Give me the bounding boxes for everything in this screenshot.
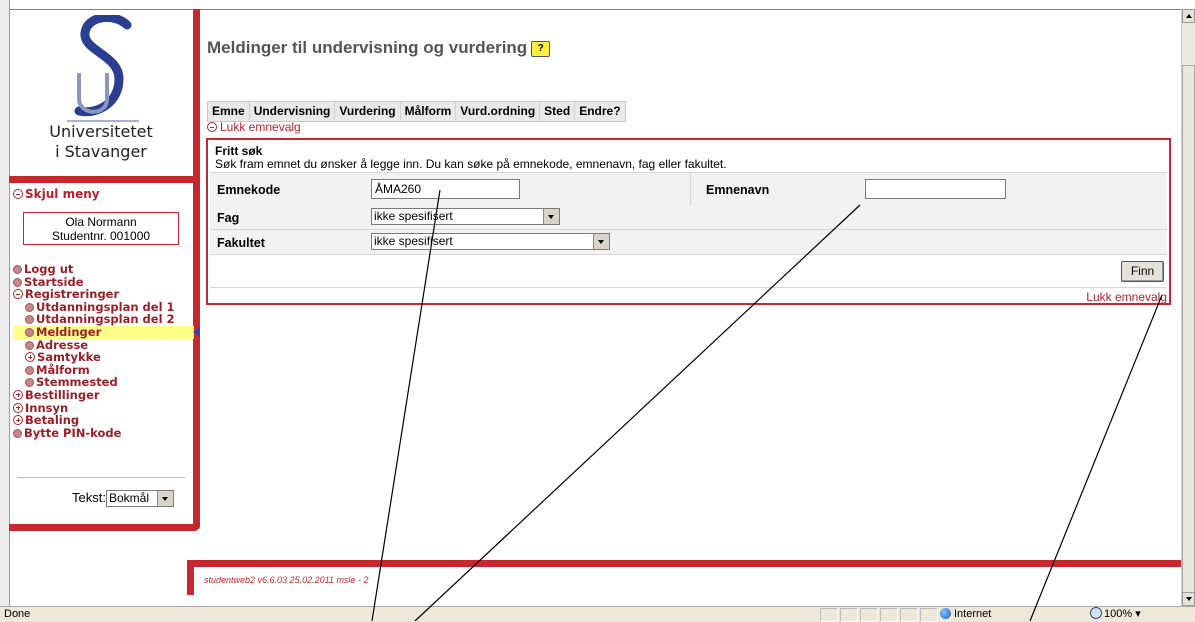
search-heading: Fritt søk: [215, 144, 263, 158]
sidebar-divider: [17, 477, 185, 478]
bullet-icon: [13, 428, 22, 438]
minus-circle-icon: [207, 122, 217, 132]
footer-border: [187, 560, 1182, 567]
sidebar-bottom-border: [9, 524, 200, 531]
security-zone: Internet: [940, 607, 991, 621]
sidebar-separator: [9, 176, 193, 183]
zoom-level: 100%: [1104, 608, 1133, 620]
emnekode-input[interactable]: ÅMA260: [371, 179, 520, 199]
row-actions: Finn: [210, 255, 1167, 288]
nav-bytte-pin[interactable]: Bytte PIN-kode: [13, 425, 194, 440]
university-line-2: i Stavanger: [55, 142, 147, 161]
sidebar: Universitetet i Stavanger Skjul meny Ola…: [9, 9, 200, 531]
vertical-scrollbar[interactable]: [1181, 9, 1195, 606]
free-search-panel: Fritt søk Søk fram emnet du ønsker å leg…: [206, 138, 1171, 305]
status-cell: [920, 608, 938, 622]
row-fag: Fag ikke spesifisert: [210, 205, 1167, 230]
row-fakultet: Fakultet ikke spesifisert: [210, 230, 1167, 255]
text-language-label: Tekst:: [72, 490, 106, 505]
fag-select[interactable]: ikke spesifisert: [371, 208, 560, 225]
close-course-selection-link-bottom[interactable]: Lukk emnevalg: [1086, 290, 1167, 304]
help-icon[interactable]: ?: [531, 41, 551, 57]
user-name: Ola Normann: [65, 215, 137, 229]
hide-menu-label: Skjul meny: [25, 187, 100, 201]
globe-icon: [940, 608, 951, 619]
minus-circle-icon: [13, 189, 23, 199]
tab-endre[interactable]: Endre?: [575, 102, 624, 121]
minus-circle-icon: [13, 289, 23, 300]
fakultet-value: ikke spesifisert: [374, 234, 453, 248]
zoom-control[interactable]: 100% ▾: [1090, 607, 1141, 621]
uis-logo: [67, 15, 139, 122]
scroll-down-icon[interactable]: [1182, 592, 1195, 606]
version-text: studentweb2 v6.6.03 25.02.2011 msle - 2: [204, 575, 369, 585]
bullet-icon: [13, 265, 22, 274]
text-language-control: Tekst: Bokmål: [72, 490, 174, 508]
zone-label: Internet: [954, 608, 992, 620]
emnenavn-input[interactable]: [865, 179, 1006, 199]
tab-undervisning[interactable]: Undervisning: [250, 102, 336, 121]
fag-value: ikke spesifisert: [374, 209, 453, 223]
chevron-down-icon: [593, 234, 609, 249]
chevron-down-icon: [543, 209, 559, 224]
close-course-selection-label: Lukk emnevalg: [220, 120, 301, 134]
bullet-icon: [25, 365, 34, 375]
fakultet-select[interactable]: ikke spesifisert: [371, 233, 610, 250]
user-info-box: Ola Normann Studentnr. 001000: [23, 212, 179, 245]
status-cell: [840, 608, 858, 622]
tab-vurdering[interactable]: Vurdering: [335, 102, 401, 121]
hide-menu-link[interactable]: Skjul meny: [13, 187, 100, 201]
tab-vurd-ordning[interactable]: Vurd.ordning: [456, 102, 541, 121]
bullet-icon: [25, 315, 34, 325]
bullet-icon: [25, 378, 34, 388]
close-course-selection-link-top[interactable]: Lukk emnevalg: [207, 120, 301, 134]
tab-bar: Emne Undervisning Vurdering Målform Vurd…: [207, 101, 626, 122]
university-line-1: Universitetet: [49, 122, 153, 141]
page-title: Meldinger til undervisning og vurdering?: [207, 38, 551, 58]
bullet-icon: [25, 327, 34, 337]
status-cell: [880, 608, 898, 622]
text-language-value: Bokmål: [108, 491, 149, 506]
emnekode-label: Emnekode: [217, 183, 281, 197]
column-divider: [690, 173, 691, 205]
bullet-icon: [25, 340, 34, 350]
emnenavn-label: Emnenavn: [706, 183, 770, 197]
bullet-icon: [13, 277, 22, 287]
row-emnekode: Emnekode ÅMA260 Emnenavn: [210, 172, 1167, 206]
plus-circle-icon: [25, 352, 35, 363]
tab-malform[interactable]: Målform: [401, 102, 457, 121]
scroll-up-icon[interactable]: [1182, 9, 1195, 23]
text-language-select[interactable]: Bokmål: [105, 490, 174, 508]
tab-emne[interactable]: Emne: [208, 102, 250, 121]
fakultet-label: Fakultet: [217, 236, 265, 250]
find-button[interactable]: Finn: [1121, 261, 1164, 282]
chevron-down-icon: [156, 491, 173, 507]
plus-circle-icon: [13, 415, 23, 426]
bullet-icon: [25, 302, 34, 312]
tab-sted[interactable]: Sted: [540, 102, 576, 121]
status-cell: [900, 608, 918, 622]
browser-status-bar: Done Internet 100% ▾: [0, 606, 1195, 622]
university-name: Universitetet i Stavanger: [9, 122, 193, 162]
scroll-thumb[interactable]: [1182, 65, 1195, 603]
nav-label: Bytte PIN-kode: [24, 425, 122, 440]
sidebar-border: [193, 9, 200, 530]
student-number: Studentnr. 001000: [51, 229, 151, 243]
page-title-text: Meldinger til undervisning og vurdering: [207, 38, 528, 57]
status-text: Done: [4, 608, 31, 620]
fag-label: Fag: [217, 211, 240, 225]
sidebar-nav: Logg ut Startside Registreringer Utdanni…: [13, 263, 200, 440]
zoom-icon: [1090, 607, 1102, 619]
active-pointer-icon: [193, 326, 200, 337]
status-cell: [820, 608, 838, 622]
annotation-line: [1029, 294, 1163, 621]
search-description: Søk fram emnet du ønsker å legge inn. Du…: [215, 157, 727, 171]
footer-border-left: [187, 560, 194, 595]
status-cell: [860, 608, 878, 622]
plus-circle-icon: [13, 402, 23, 413]
plus-circle-icon: [13, 389, 23, 400]
